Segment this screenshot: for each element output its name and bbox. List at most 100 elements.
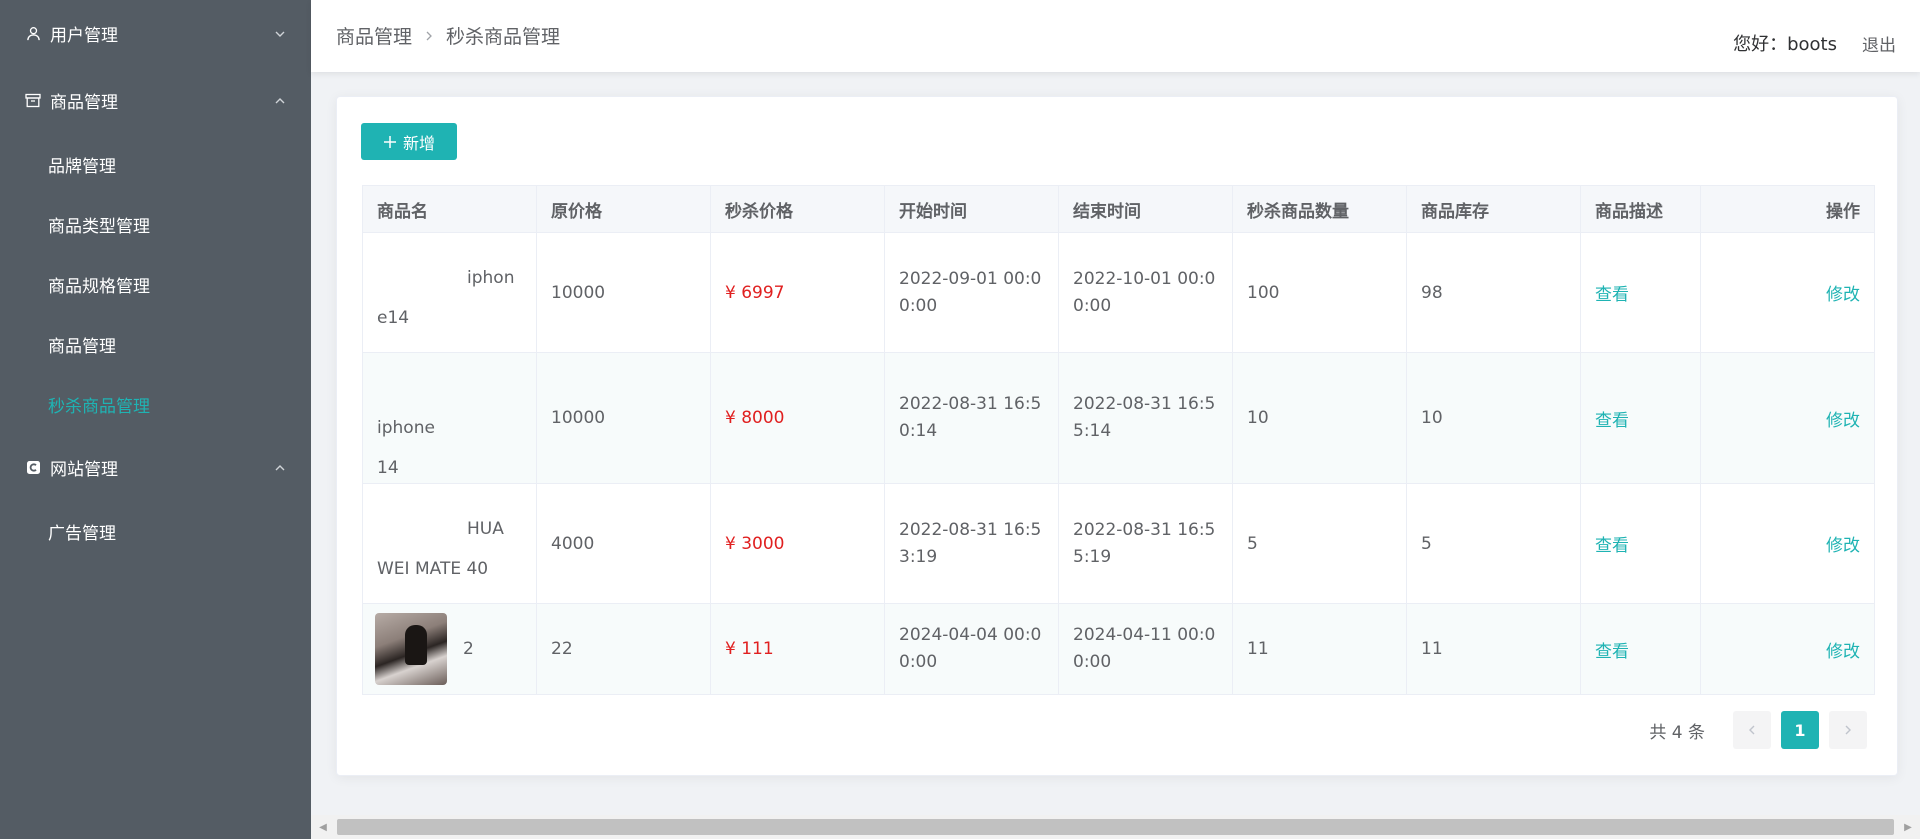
column-header-count: 秒杀商品数量	[1232, 185, 1407, 233]
chevron-down-icon	[273, 27, 287, 41]
time-line: 2022-10-01 00:0	[1073, 268, 1216, 289]
time-line: 2022-08-31 16:5	[899, 519, 1042, 540]
prev-page-button[interactable]	[1733, 711, 1771, 749]
cell-price: 4000	[536, 483, 711, 604]
sidebar-item-label: 秒杀商品管理	[48, 396, 150, 417]
time-line: 5:14	[1073, 421, 1112, 441]
cell-ops: 修改	[1700, 603, 1875, 695]
sidebar-item-goods-spec[interactable]: 商品规格管理	[0, 254, 311, 314]
cell-stock: 98	[1406, 232, 1581, 353]
view-desc-link[interactable]: 查看	[1595, 285, 1629, 305]
table-row: 2 22 ¥ 111 2024-04-04 00:0 0:00 2024-04-1…	[362, 603, 1875, 695]
menu-group-goods: 商品管理 品牌管理 商品类型管理 商品规格管理 商品管理 秒杀商品管理	[0, 67, 311, 434]
sidebar-item-label: 商品规格管理	[48, 276, 150, 297]
cell-name: HUA WEI MATE 40	[362, 483, 537, 604]
sidebar: 用户管理 商品管理 品牌管理 商品类型管理 商品规格管理 商品管理 秒杀商品管理…	[0, 0, 311, 839]
sidebar-item-goods[interactable]: 商品管理	[0, 314, 311, 374]
goods-name-part: e14	[377, 307, 410, 328]
cell-desc: 查看	[1580, 352, 1701, 484]
pagination: 共 4 条 1	[1649, 711, 1867, 749]
cell-start-time: 2022-09-01 00:0 0:00	[884, 232, 1059, 353]
menu-label: 用户管理	[50, 26, 118, 46]
goods-name-part: 14	[377, 458, 399, 478]
cell-end-time: 2024-04-11 00:0 0:00	[1058, 603, 1233, 695]
sidebar-item-ads[interactable]: 广告管理	[0, 501, 311, 561]
time-line: 2022-09-01 00:0	[899, 268, 1042, 289]
menu-title-site[interactable]: 网站管理	[0, 434, 311, 501]
table-row: HUA WEI MATE 40 4000 ¥ 3000 2022-08-31 1…	[362, 483, 1875, 604]
column-header-seckill-price: 秒杀价格	[710, 185, 885, 233]
menu-label: 商品管理	[50, 93, 118, 113]
cell-desc: 查看	[1580, 603, 1701, 695]
cell-count: 10	[1232, 352, 1407, 484]
scrollbar-thumb[interactable]	[337, 819, 1894, 835]
scroll-right-icon[interactable]: ▶	[1896, 815, 1920, 839]
column-header-ops: 操作	[1700, 185, 1875, 233]
sidebar-item-label: 品牌管理	[48, 156, 116, 177]
menu-label: 网站管理	[50, 460, 118, 480]
cell-ops: 修改	[1700, 232, 1875, 353]
cell-count: 11	[1232, 603, 1407, 695]
time-line: 2022-08-31 16:5	[1073, 394, 1216, 414]
menu-title-goods[interactable]: 商品管理	[0, 67, 311, 134]
edit-link[interactable]: 修改	[1826, 642, 1860, 662]
view-desc-link[interactable]: 查看	[1595, 642, 1629, 662]
sidebar-item-seckill[interactable]: 秒杀商品管理	[0, 374, 311, 434]
cell-name: iphone 14	[362, 352, 537, 484]
sidebar-item-label: 商品类型管理	[48, 216, 150, 237]
chevron-up-icon	[273, 94, 287, 108]
cell-stock: 5	[1406, 483, 1581, 604]
goods-name-part: iphon	[467, 267, 515, 288]
site-icon	[24, 459, 42, 477]
chevron-right-icon	[424, 30, 434, 42]
cell-count: 5	[1232, 483, 1407, 604]
add-button[interactable]: 新增	[361, 123, 457, 160]
column-header-desc: 商品描述	[1580, 185, 1701, 233]
time-line: 3:19	[899, 546, 938, 567]
edit-link[interactable]: 修改	[1826, 411, 1860, 431]
table-header: 商品名 原价格 秒杀价格 开始时间 结束时间 秒杀商品数量 商品库存 商品描述 …	[362, 185, 1875, 233]
time-line: 2022-08-31 16:5	[899, 394, 1042, 414]
cell-ops: 修改	[1700, 352, 1875, 484]
table-row: iphon e14 10000 ¥ 6997 2022-09-01 00:0 0:…	[362, 232, 1875, 353]
time-line: 2024-04-04 00:0	[899, 625, 1042, 645]
cell-price: 10000	[536, 352, 711, 484]
column-header-price: 原价格	[536, 185, 711, 233]
goods-name-part: 2	[463, 639, 474, 659]
plus-icon	[383, 135, 397, 149]
sidebar-item-label: 商品管理	[48, 336, 116, 357]
time-line: 0:00	[1073, 295, 1112, 316]
cell-stock: 10	[1406, 352, 1581, 484]
breadcrumb-item-goods[interactable]: 商品管理	[336, 22, 412, 49]
edit-link[interactable]: 修改	[1826, 285, 1860, 305]
edit-link[interactable]: 修改	[1826, 536, 1860, 556]
sidebar-item-goods-type[interactable]: 商品类型管理	[0, 194, 311, 254]
breadcrumb-item-current: 秒杀商品管理	[446, 26, 561, 48]
horizontal-scrollbar[interactable]: ◀ ▶	[311, 815, 1920, 839]
cell-end-time: 2022-08-31 16:5 5:19	[1058, 483, 1233, 604]
goods-name-part: WEI MATE 40	[377, 558, 489, 579]
cell-name: 2	[362, 603, 537, 695]
cell-end-time: 2022-08-31 16:5 5:14	[1058, 352, 1233, 484]
view-desc-link[interactable]: 查看	[1595, 536, 1629, 556]
add-button-label: 新增	[402, 133, 435, 153]
user-icon	[24, 25, 42, 43]
cell-desc: 查看	[1580, 483, 1701, 604]
scroll-left-icon[interactable]: ◀	[311, 815, 335, 839]
cell-seckill-price: ¥ 8000	[710, 352, 885, 484]
column-header-stock: 商品库存	[1406, 185, 1581, 233]
cell-seckill-price: ¥ 6997	[710, 232, 885, 353]
page-button-1[interactable]: 1	[1781, 711, 1819, 749]
cell-start-time: 2022-08-31 16:5 3:19	[884, 483, 1059, 604]
next-page-button[interactable]	[1829, 711, 1867, 749]
logout-link[interactable]: 退出	[1862, 31, 1896, 56]
cell-seckill-price: ¥ 3000	[710, 483, 885, 604]
time-line: 5:19	[1073, 546, 1112, 567]
menu-title-user[interactable]: 用户管理	[0, 0, 311, 67]
cell-seckill-price: ¥ 111	[710, 603, 885, 695]
goods-thumbnail[interactable]	[375, 613, 447, 685]
view-desc-link[interactable]: 查看	[1595, 411, 1629, 431]
sidebar-item-brand[interactable]: 品牌管理	[0, 134, 311, 194]
time-line: 0:00	[899, 295, 938, 316]
time-line: 0:00	[899, 652, 938, 672]
